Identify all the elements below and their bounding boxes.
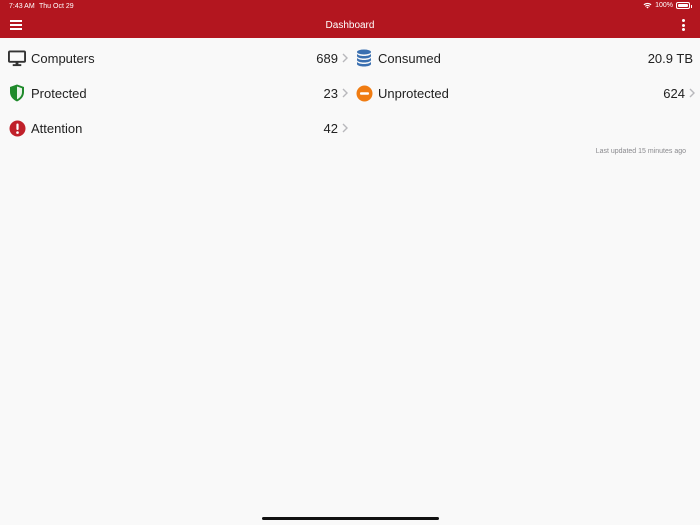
shield-icon (8, 84, 26, 102)
chevron-right-icon (342, 88, 348, 98)
attention-value: 42 (323, 120, 338, 136)
protected-row[interactable]: Protected 23 (8, 78, 348, 108)
consumed-value: 20.9 TB (647, 50, 693, 66)
database-icon (355, 49, 373, 67)
consumed-label: Consumed (378, 50, 441, 66)
battery-percent: 100% (655, 2, 673, 9)
attention-label: Attention (31, 120, 83, 136)
battery-icon (676, 2, 692, 9)
status-date: Thu Oct 29 (39, 3, 74, 10)
alert-icon (8, 119, 26, 137)
unprotected-value: 624 (663, 85, 685, 101)
chevron-right-icon (342, 123, 348, 133)
attention-row[interactable]: Attention 42 (8, 113, 348, 143)
wifi-icon (643, 2, 652, 9)
home-indicator[interactable] (262, 517, 439, 520)
protected-label: Protected (31, 85, 87, 101)
unprotected-label: Unprotected (378, 85, 449, 101)
unprotected-row[interactable]: Unprotected 624 (355, 78, 695, 108)
consumed-row: Consumed 20.9 TB (355, 43, 695, 73)
more-vertical-icon[interactable] (681, 19, 685, 31)
chevron-right-icon (342, 53, 348, 63)
top-bar: 7:43 AM Thu Oct 29 100% Dashboard (0, 0, 700, 38)
minus-circle-icon (355, 84, 373, 102)
last-updated-text: Last updated 15 minutes ago (595, 148, 686, 155)
protected-value: 23 (323, 85, 338, 101)
chevron-right-icon (689, 88, 695, 98)
monitor-icon (8, 49, 26, 67)
status-indicators: 100% (643, 2, 692, 9)
computers-label: Computers (31, 50, 95, 66)
computers-row[interactable]: Computers 689 (8, 43, 348, 73)
status-time: 7:43 AM (9, 3, 35, 10)
computers-value: 689 (316, 50, 338, 66)
page-title: Dashboard (325, 20, 375, 31)
